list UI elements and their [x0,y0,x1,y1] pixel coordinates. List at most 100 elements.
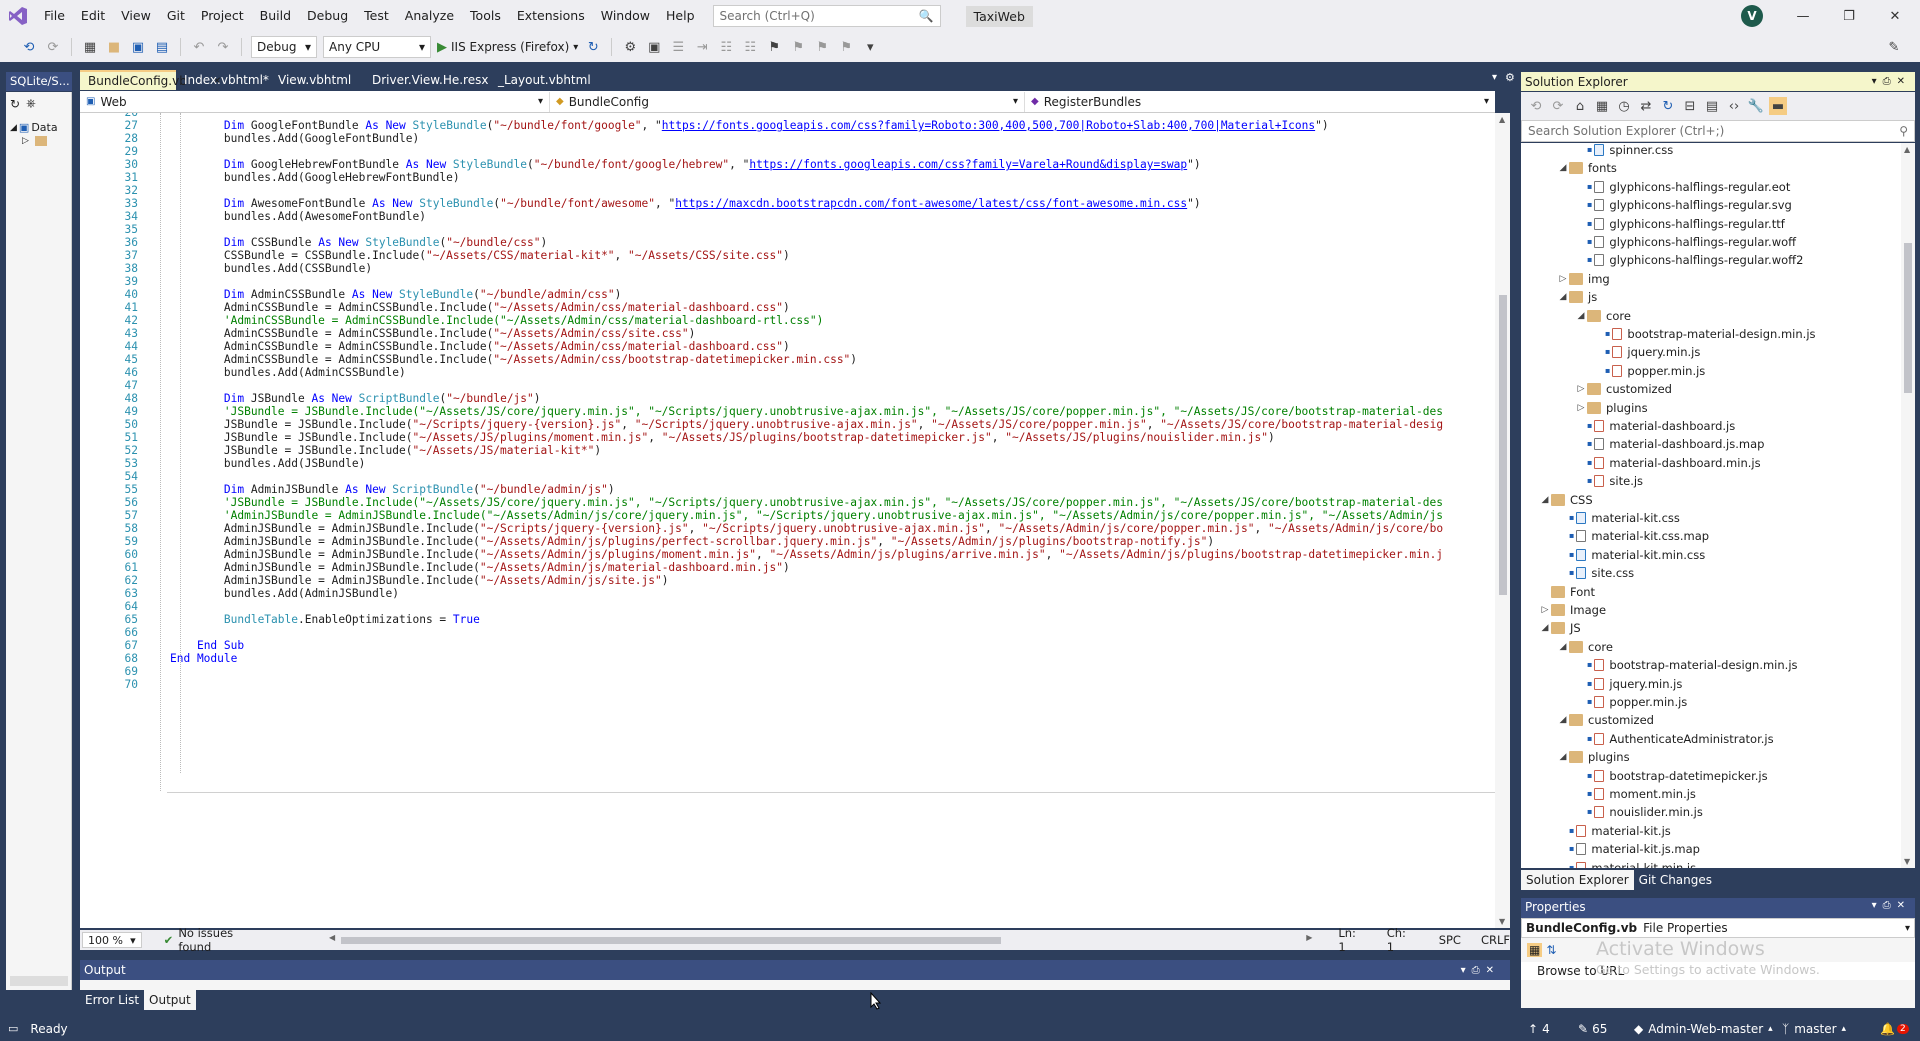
expanded-arrow-icon[interactable]: ◢ [1539,619,1551,637]
document-tab[interactable]: Index.vbhtml* [176,70,270,90]
platform-select[interactable]: Any CPU ▾ [323,36,431,58]
uncomment-icon[interactable]: ☷ [741,38,759,56]
tree-file[interactable]: ▪ site.js [1575,472,1643,490]
tab-overflow-icon[interactable]: ▾ [1492,72,1497,83]
horizontal-scrollbar[interactable] [10,976,68,986]
tree-folder[interactable]: ◢ JS [1539,619,1581,637]
tab-output[interactable]: Output [144,990,196,1010]
tree-folder[interactable]: ◢ js [1557,288,1598,306]
menu-view[interactable]: View [113,0,159,32]
collapsed-arrow-icon[interactable]: ▷ [1557,270,1569,288]
column-indicator[interactable]: Ch: 1 [1387,926,1417,954]
expanded-arrow-icon[interactable]: ◢ [1557,638,1569,656]
clear-bookmark-icon[interactable]: ⚑ [837,38,855,56]
tree-folder[interactable]: ◢ plugins [1557,748,1630,766]
menu-analyze[interactable]: Analyze [397,0,462,32]
browser-link-icon[interactable]: ⚙ [621,38,639,56]
forward-icon[interactable]: ⟳ [44,38,62,56]
line-indicator[interactable]: Ln: 1 [1338,926,1366,954]
code-line[interactable]: bundles.Add(AdminCSSBundle) [170,365,406,381]
code-line[interactable]: bundles.Add(CSSBundle) [170,261,372,277]
document-tab[interactable]: _Layout.vbhtml [490,70,591,90]
tree-file[interactable]: ▪ jquery.min.js [1593,343,1700,361]
code-line[interactable]: BundleTable.EnableOptimizations = True [170,612,480,628]
settings-gear-icon[interactable]: ⚙ [1505,71,1515,84]
indent-icon[interactable]: ⇥ [693,38,711,56]
tree-folder[interactable]: ◢ core [1575,307,1631,325]
tree-file[interactable]: ▪ glyphicons-halflings-regular.woff2 [1575,251,1803,269]
tree-folder[interactable]: ◢ fonts [1557,159,1617,177]
menu-build[interactable]: Build [252,0,299,32]
scroll-up-icon[interactable]: ▲ [1499,115,1505,124]
tree-file[interactable]: ▪ material-dashboard.js [1575,417,1735,435]
tree-file[interactable]: ▪ bootstrap-material-design.min.js [1575,656,1798,674]
tree-file[interactable]: ▪ material-kit.js [1557,822,1671,840]
tree-file[interactable]: ▪ glyphicons-halflings-regular.svg [1575,196,1792,214]
scroll-up-icon[interactable]: ▲ [1904,145,1910,154]
new-project-icon[interactable]: ▦ [81,38,99,56]
code-editor[interactable]: 2627282930313233343536373839404142434445… [80,113,1495,928]
tree-file[interactable]: ▪ site.css [1557,564,1634,582]
view-code-icon[interactable]: ‹› [1725,97,1743,115]
save-all-icon[interactable]: ▤ [153,38,171,56]
expanded-arrow-icon[interactable]: ◢ [1557,711,1569,729]
search-input[interactable]: Search (Ctrl+Q) 🔍 [712,5,941,27]
code-line[interactable]: bundles.Add(JSBundle) [170,456,365,472]
zoom-select[interactable]: 100 % ▾ [82,932,142,948]
tree-file[interactable]: ▪ material-kit.js.map [1557,840,1700,858]
solution-tree-scrollbar[interactable]: ▲ ▼ [1901,143,1915,868]
run-button[interactable]: ▶ IIS Express (Firefox) ▾ [437,40,578,55]
tree-folder[interactable]: ◢ customized [1557,711,1654,729]
properties-wrench-icon[interactable]: 🔧 [1747,97,1765,115]
tree-file[interactable]: ▪ jquery.min.js [1575,675,1682,693]
panel-controls-icon[interactable]: ▾⎙✕ [1872,76,1911,87]
editor-vertical-scrollbar[interactable]: ▲ ▼ [1495,113,1510,928]
code-link[interactable]: https://fonts.googleapis.com/css?family=… [662,119,1315,132]
sqlite-tab[interactable]: SQLite/S... [6,72,72,91]
property-row[interactable]: Browse to URL Go to Settings to activate… [1521,962,1915,980]
connect-icon[interactable]: ⎈ [26,96,36,111]
open-file-icon[interactable]: ■ [105,38,123,56]
format-icon[interactable]: ☰ [669,38,687,56]
tab-solution-explorer[interactable]: Solution Explorer [1521,870,1634,890]
save-icon[interactable]: ▣ [129,38,147,56]
prev-bookmark-icon[interactable]: ⚑ [789,38,807,56]
code-line[interactable]: bundles.Add(AwesomeFontBundle) [170,209,426,225]
code-line[interactable]: bundles.Add(GoogleHebrewFontBundle) [170,170,460,186]
code-line[interactable]: bundles.Add(GoogleFontBundle) [170,131,419,147]
issues-indicator[interactable]: ✔ No issues found [164,926,269,954]
back-icon[interactable]: ⟲ [20,38,38,56]
tree-file[interactable]: ▪ glyphicons-halflings-regular.ttf [1575,215,1785,233]
menu-project[interactable]: Project [193,0,252,32]
member-dropdown[interactable]: ◆ RegisterBundles ▾ [1025,92,1495,112]
scrollbar-thumb[interactable] [1499,295,1507,595]
tree-folder[interactable]: Font [1539,583,1595,601]
tree-file[interactable]: ▪ material-kit.min.js [1557,859,1696,868]
tree-file[interactable]: ▪ material-kit.min.css [1557,546,1705,564]
tab-error-list[interactable]: Error List [80,990,144,1010]
tree-folder[interactable]: ▷ img [1557,270,1610,288]
scroll-left-icon[interactable]: ◀ [329,933,335,942]
switch-views-icon[interactable]: ▦ [1593,97,1611,115]
tree-file[interactable]: ▪ material-kit.css.map [1557,527,1709,545]
menu-debug[interactable]: Debug [299,0,356,32]
screenshot-icon[interactable]: ▣ [645,38,663,56]
forward-icon[interactable]: ⟳ [1549,97,1567,115]
collapse-all-icon[interactable]: ⊟ [1681,97,1699,115]
categorized-icon[interactable]: ▦ [1527,943,1543,957]
menu-git[interactable]: Git [159,0,193,32]
code-line[interactable]: bundles.Add(AdminJSBundle) [170,586,399,602]
menu-test[interactable]: Test [356,0,397,32]
comment-icon[interactable]: ☷ [717,38,735,56]
tab-git-changes[interactable]: Git Changes [1634,870,1717,890]
notifications-indicator[interactable]: 🔔 2 [1880,1022,1909,1036]
tree-folder[interactable]: ◢ core [1557,638,1613,656]
repository-indicator[interactable]: ◆ Admin-Web-master ▴ [1634,1022,1773,1036]
properties-object-select[interactable]: BundleConfig.vb File Properties ▾ [1521,918,1915,938]
code-link[interactable]: https://maxcdn.bootstrapcdn.com/font-awe… [675,197,1187,210]
home-icon[interactable]: ⌂ [1571,97,1589,115]
panel-controls-icon[interactable]: ▾⎙✕ [1872,900,1911,916]
collapsed-arrow-icon[interactable]: ▷ [1539,601,1551,619]
live-share-icon[interactable]: ✎ [1885,38,1903,56]
tree-folder[interactable]: ▷ customized [1575,380,1672,398]
